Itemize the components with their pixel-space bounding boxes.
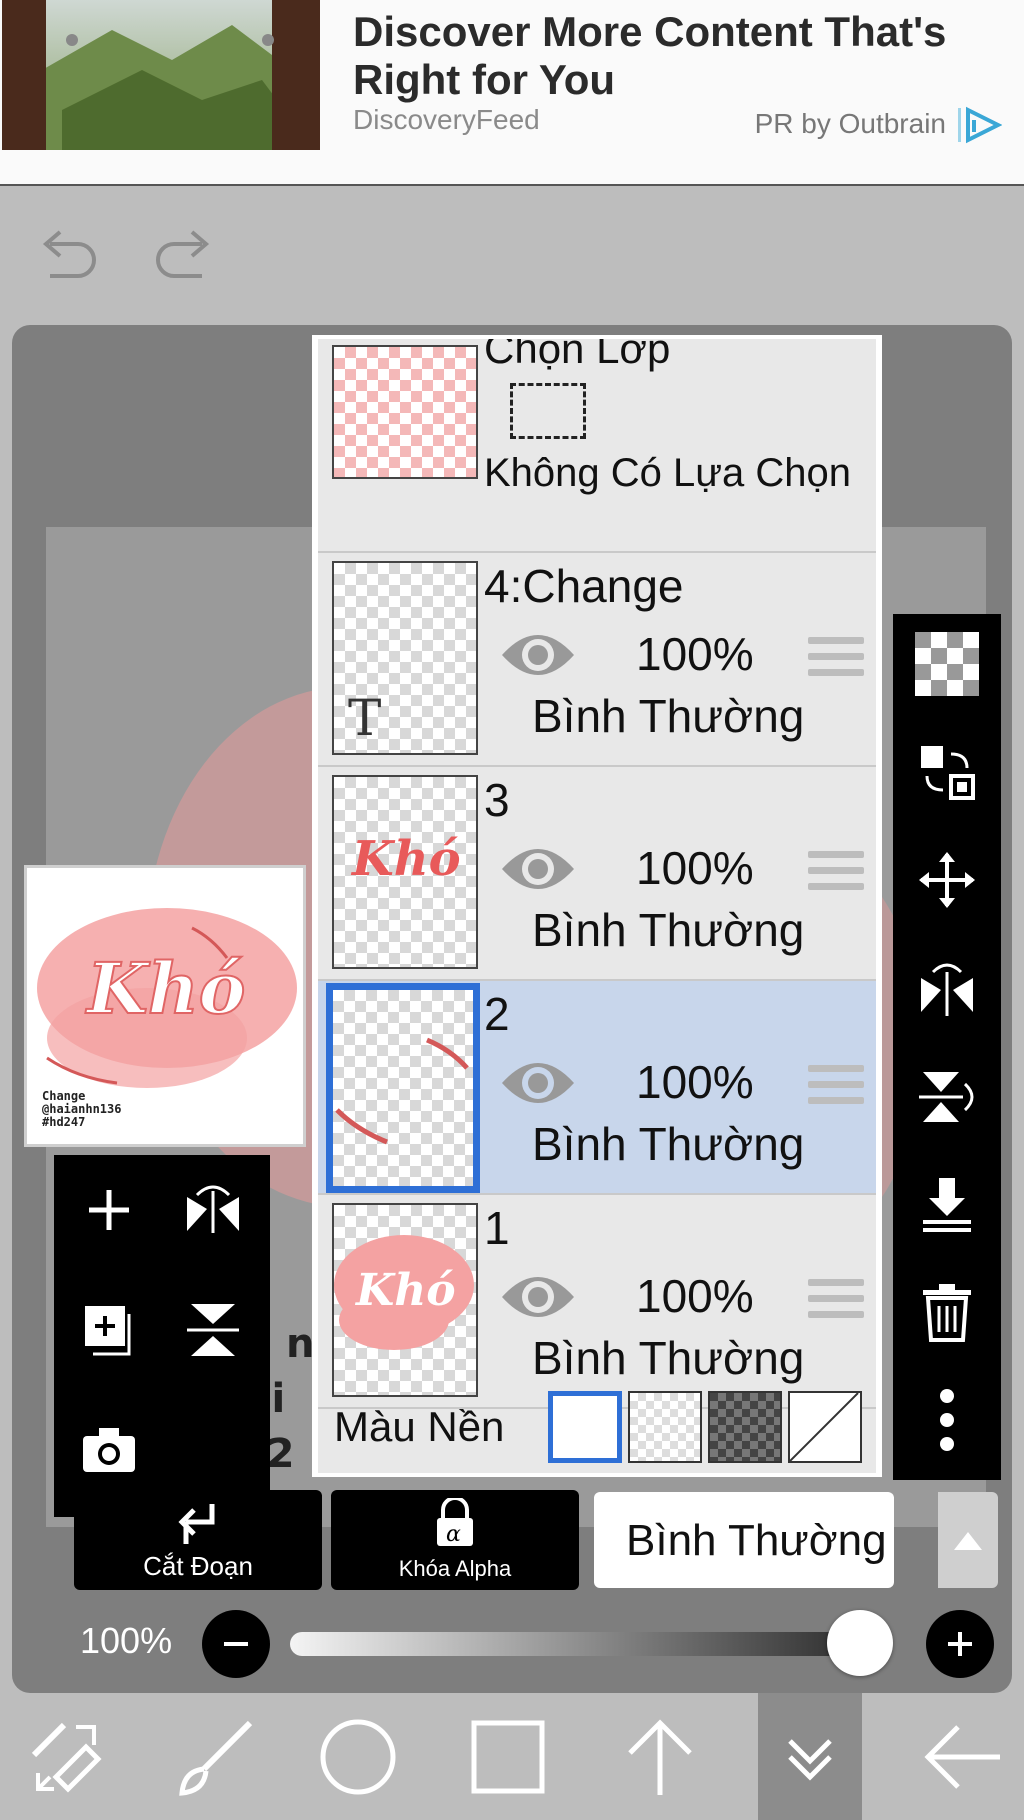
delete-layer-icon[interactable] bbox=[907, 1272, 987, 1352]
drag-handle-icon[interactable] bbox=[808, 637, 864, 681]
arrow-up-icon[interactable] bbox=[608, 1693, 712, 1820]
eye-icon[interactable] bbox=[500, 1271, 576, 1323]
flip-horizontal-icon[interactable] bbox=[168, 1165, 258, 1255]
layer-row-3[interactable]: Khó 3 100% Bình Thường bbox=[318, 767, 876, 981]
square-shape-icon[interactable] bbox=[456, 1693, 560, 1820]
back-arrow-icon[interactable] bbox=[910, 1693, 1014, 1820]
brush-icon[interactable] bbox=[164, 1693, 268, 1820]
move-icon[interactable] bbox=[907, 840, 987, 920]
selection-layer-row[interactable]: Chọn Lớp Không Có Lựa Chọn bbox=[318, 339, 876, 553]
text-layer-icon: T bbox=[348, 689, 382, 747]
flip-vertical-icon[interactable] bbox=[168, 1285, 258, 1375]
layer-thumbnail-2 bbox=[326, 983, 480, 1193]
background-color-row: Màu Nền bbox=[318, 1375, 876, 1473]
preview-art-text: Khó bbox=[85, 947, 245, 1030]
collapse-panel-icon[interactable] bbox=[758, 1693, 862, 1820]
opacity-slider[interactable] bbox=[290, 1610, 893, 1676]
opacity-decrease-button[interactable] bbox=[202, 1610, 270, 1678]
drag-handle-icon[interactable] bbox=[808, 1279, 864, 1323]
layer-opacity[interactable]: 100% bbox=[636, 1055, 754, 1109]
opacity-increase-button[interactable] bbox=[926, 1610, 994, 1678]
layer-name: 4:Change bbox=[484, 560, 684, 612]
history-bar bbox=[0, 186, 1024, 326]
clipping-label: Cắt Đoạn bbox=[143, 1551, 253, 1581]
transparency-icon[interactable] bbox=[907, 624, 987, 704]
layer-row-4[interactable]: T 4:Change 100% Bình Thường bbox=[318, 553, 876, 767]
merge-down-icon[interactable] bbox=[907, 1164, 987, 1244]
add-layer-icon[interactable] bbox=[64, 1165, 154, 1255]
background-white-swatch[interactable] bbox=[548, 1391, 622, 1463]
blend-mode-value: Bình Thường bbox=[626, 1516, 887, 1565]
opacity-slider-knob[interactable] bbox=[827, 1610, 893, 1676]
layers-panel: Chọn Lớp Không Có Lựa Chọn T 4:Change 10… bbox=[312, 335, 882, 1477]
tools-icon[interactable] bbox=[14, 1693, 118, 1820]
layer-thumbnail-4: T bbox=[332, 561, 478, 755]
layer-name: 2 bbox=[484, 988, 510, 1040]
undo-icon[interactable] bbox=[32, 226, 102, 286]
layer-thumbnail-3: Khó bbox=[332, 775, 478, 969]
layer-toolbox bbox=[54, 1155, 270, 1517]
selection-marquee-icon bbox=[510, 383, 586, 439]
preview-credit: Change @haianhn136 #hd247 bbox=[42, 1090, 121, 1129]
redo-icon[interactable] bbox=[150, 226, 220, 286]
flip-layer-horizontal-icon[interactable] bbox=[907, 948, 987, 1028]
layer-name: 3 bbox=[484, 774, 510, 826]
layer-thumbnail-1: Khó bbox=[332, 1203, 478, 1397]
camera-icon[interactable] bbox=[64, 1405, 154, 1495]
background-color-label: Màu Nền bbox=[334, 1403, 505, 1450]
eye-icon[interactable] bbox=[500, 1057, 576, 1109]
drag-handle-icon[interactable] bbox=[808, 851, 864, 895]
layer-3-art-text: Khó bbox=[352, 831, 461, 887]
svg-text:α: α bbox=[446, 1522, 461, 1547]
layer-row-2[interactable]: 2 100% Bình Thường bbox=[318, 981, 876, 1195]
swap-layer-icon[interactable] bbox=[907, 732, 987, 812]
canvas-text-row1: n bbox=[286, 1321, 314, 1367]
ad-banner[interactable]: Discover More Content That's Right for Y… bbox=[0, 0, 1024, 186]
eye-icon[interactable] bbox=[500, 629, 576, 681]
right-toolbar bbox=[893, 614, 1001, 1480]
layer-blend-mode[interactable]: Bình Thường bbox=[532, 689, 804, 743]
background-none-swatch[interactable] bbox=[788, 1391, 862, 1463]
alpha-lock-label: Khóa Alpha bbox=[398, 1556, 512, 1581]
ad-source: DiscoveryFeed bbox=[353, 104, 540, 135]
clipping-button[interactable]: Cắt Đoạn bbox=[74, 1490, 322, 1590]
selection-layer-thumbnail bbox=[332, 345, 478, 479]
blend-mode-select[interactable]: Bình Thường bbox=[594, 1492, 894, 1588]
layer-name: 1 bbox=[484, 1202, 510, 1254]
layer-opacity[interactable]: 100% bbox=[636, 841, 754, 895]
layer-1-art-text: Khó bbox=[356, 1265, 456, 1316]
drag-handle-icon[interactable] bbox=[808, 1065, 864, 1109]
ad-image[interactable] bbox=[2, 0, 320, 150]
opacity-value: 100% bbox=[80, 1620, 173, 1661]
flip-layer-vertical-icon[interactable] bbox=[907, 1056, 987, 1136]
selection-layer-title: Chọn Lớp bbox=[484, 339, 671, 372]
background-transparent-swatch[interactable] bbox=[628, 1391, 702, 1463]
ad-disclosure[interactable]: PR by Outbrain bbox=[755, 108, 946, 140]
eye-icon[interactable] bbox=[500, 843, 576, 895]
outbrain-logo-icon[interactable] bbox=[956, 104, 1003, 146]
circle-shape-icon[interactable] bbox=[306, 1693, 410, 1820]
layer-blend-mode[interactable]: Bình Thường bbox=[532, 1117, 804, 1171]
blend-mode-dropdown-icon[interactable] bbox=[938, 1492, 998, 1588]
selection-layer-status: Không Có Lựa Chọn bbox=[484, 451, 852, 495]
alpha-lock-button[interactable]: α Khóa Alpha bbox=[331, 1490, 579, 1590]
layer-opacity[interactable]: 100% bbox=[636, 1269, 754, 1323]
more-options-icon[interactable] bbox=[907, 1380, 987, 1460]
duplicate-layer-icon[interactable] bbox=[64, 1285, 154, 1375]
ad-title[interactable]: Discover More Content That's Right for Y… bbox=[353, 8, 993, 104]
layer-blend-mode[interactable]: Bình Thường bbox=[532, 903, 804, 957]
bottom-toolbar bbox=[0, 1693, 1024, 1820]
preview-credit-line3: #hd247 bbox=[42, 1115, 86, 1129]
layer-opacity[interactable]: 100% bbox=[636, 627, 754, 681]
background-dark-swatch[interactable] bbox=[708, 1391, 782, 1463]
layers-list[interactable]: Chọn Lớp Không Có Lựa Chọn T 4:Change 10… bbox=[318, 339, 876, 1473]
